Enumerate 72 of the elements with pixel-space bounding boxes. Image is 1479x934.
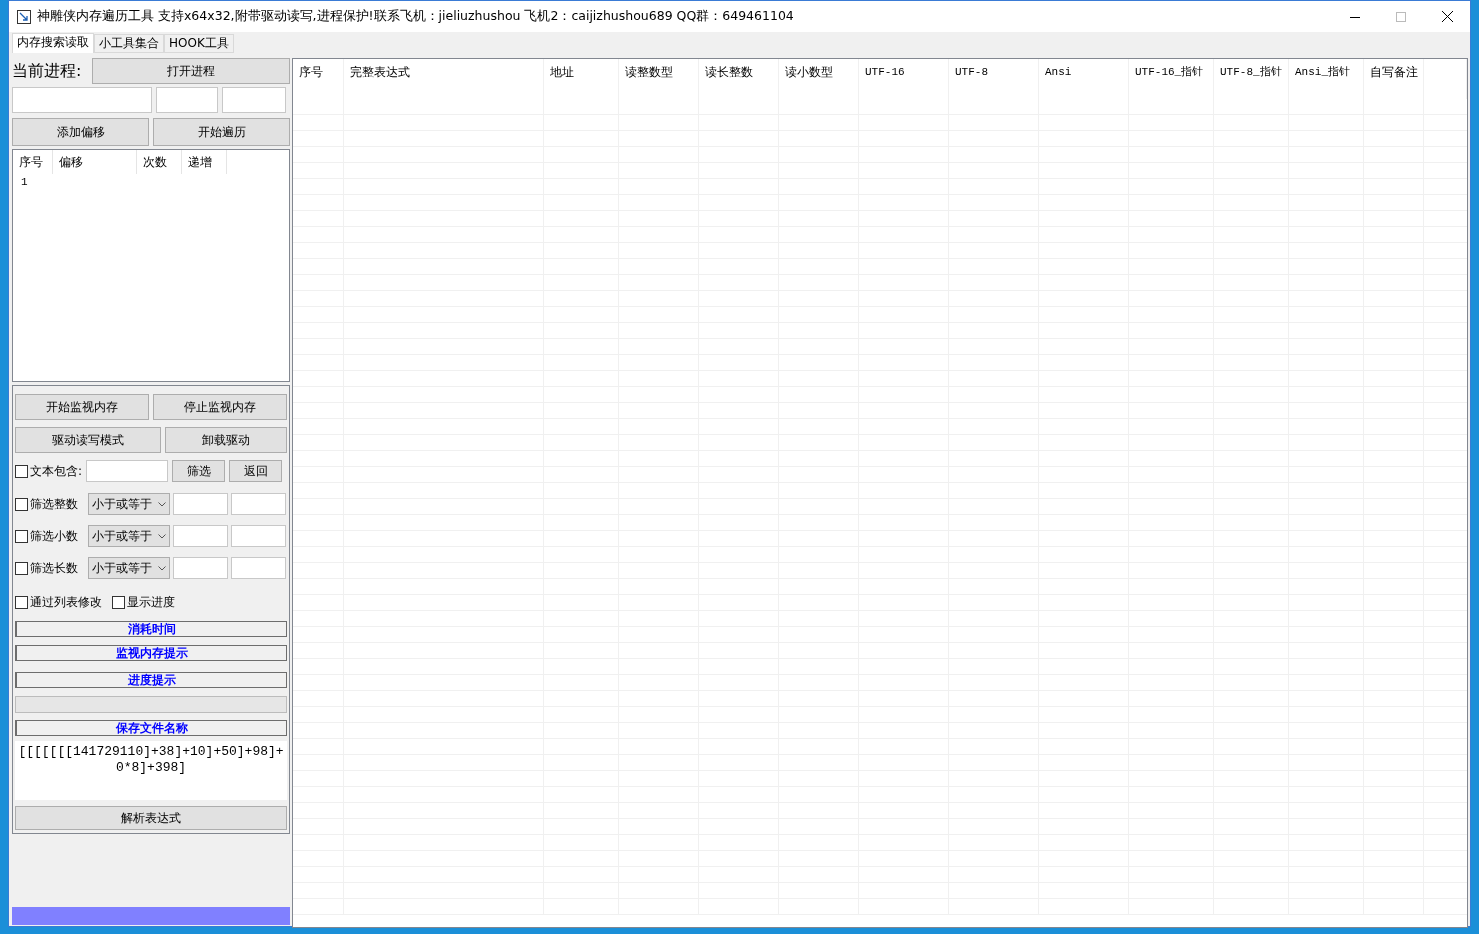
- operator-value: 小于或等于: [92, 560, 152, 577]
- add-offset-button[interactable]: 添加偏移: [12, 118, 149, 146]
- status-label: 进度提示: [15, 672, 287, 688]
- column-header[interactable]: 完整表达式: [344, 59, 544, 99]
- operator-dropdown[interactable]: 小于或等于: [88, 557, 170, 579]
- column-header[interactable]: 读长整数: [699, 59, 779, 99]
- operator-dropdown[interactable]: 小于或等于: [88, 493, 170, 515]
- input-field[interactable]: [222, 87, 286, 113]
- parse-expression-button[interactable]: 解析表达式: [15, 806, 287, 830]
- app-icon: [17, 9, 31, 24]
- tab[interactable]: HOOK工具: [164, 34, 234, 53]
- column-header[interactable]: 读小数型: [779, 59, 859, 99]
- filter-button[interactable]: 返回: [229, 460, 283, 482]
- checkbox[interactable]: [15, 464, 28, 478]
- checkbox[interactable]: [112, 595, 125, 609]
- list-cell-text: 1: [20, 175, 28, 190]
- window-title: 神雕侠内存遍历工具 支持x64x32,附带驱动读写,进程保护!联系飞机：jieliuzhushou 飞机2：caijizhushou689 QQ群：649461104: [37, 7, 794, 26]
- column-header[interactable]: 地址: [544, 59, 619, 99]
- operator-dropdown[interactable]: 小于或等于: [88, 525, 170, 547]
- input-field[interactable]: [12, 87, 152, 113]
- caret-icon: [158, 534, 166, 539]
- process-label: 当前进程:: [12, 60, 83, 82]
- input-field[interactable]: [156, 87, 218, 113]
- tab[interactable]: 内存搜索读取: [12, 33, 94, 53]
- expression-field[interactable]: [[[[[[[141729110]+38]+10]+50]+98]+0*8]+398]: [15, 741, 287, 800]
- checkbox[interactable]: [15, 595, 28, 609]
- save-file-label: 保存文件名称: [15, 720, 287, 736]
- monitor-button[interactable]: 停止监视内存: [153, 394, 287, 420]
- column-header[interactable]: Ansi_指针: [1289, 59, 1364, 99]
- status-label: 监视内存提示: [15, 645, 287, 661]
- column-header[interactable]: 序号: [293, 59, 344, 99]
- maximize-icon: [1396, 11, 1406, 22]
- input-field[interactable]: [173, 525, 228, 547]
- caret-icon: [158, 566, 166, 571]
- checkbox-label: 筛选整数: [30, 496, 78, 513]
- tab[interactable]: 小工具集合: [94, 34, 164, 53]
- checkbox-label: 筛选小数: [30, 528, 78, 545]
- column-header: 递增: [182, 150, 227, 174]
- status-label: 消耗时间: [15, 621, 287, 637]
- column-header[interactable]: UTF-16_指针: [1129, 59, 1214, 99]
- column-header[interactable]: Ansi: [1039, 59, 1129, 99]
- column-header: 次数: [137, 150, 182, 174]
- operator-value: 小于或等于: [92, 528, 152, 545]
- checkbox-label: 显示进度: [127, 594, 175, 611]
- input-field[interactable]: [231, 525, 286, 547]
- checkbox-label: 筛选长数: [30, 560, 78, 577]
- column-header: 偏移: [53, 150, 137, 174]
- column-header[interactable]: UTF-16: [859, 59, 949, 99]
- start-traverse-button[interactable]: 开始遍历: [153, 118, 290, 146]
- input-field[interactable]: [173, 557, 228, 579]
- checkbox[interactable]: [15, 529, 28, 543]
- filter-button[interactable]: 筛选: [172, 460, 226, 482]
- input-field[interactable]: [231, 493, 286, 515]
- column-header[interactable]: 自写备注: [1364, 59, 1424, 99]
- column-header[interactable]: 读整数型: [619, 59, 699, 99]
- monitor-button[interactable]: 开始监视内存: [15, 394, 149, 420]
- monitor-button[interactable]: 驱动读写模式: [15, 427, 161, 453]
- monitor-button[interactable]: 卸载驱动: [165, 427, 287, 453]
- column-header: 序号: [13, 150, 53, 174]
- input-field[interactable]: [173, 493, 228, 515]
- checkbox-label: 通过列表修改: [30, 594, 102, 611]
- operator-value: 小于或等于: [92, 496, 152, 513]
- column-header[interactable]: UTF-8_指针: [1214, 59, 1289, 99]
- column-header[interactable]: UTF-8: [949, 59, 1039, 99]
- checkbox[interactable]: [15, 561, 28, 575]
- checkbox[interactable]: [15, 497, 28, 511]
- text-filter-field[interactable]: [86, 460, 169, 482]
- close-icon: [1441, 11, 1453, 22]
- checkbox-label: 文本包含:: [30, 463, 83, 480]
- caret-icon: [158, 502, 166, 507]
- input-field[interactable]: [231, 557, 286, 579]
- open-process-button[interactable]: 打开进程: [92, 58, 290, 84]
